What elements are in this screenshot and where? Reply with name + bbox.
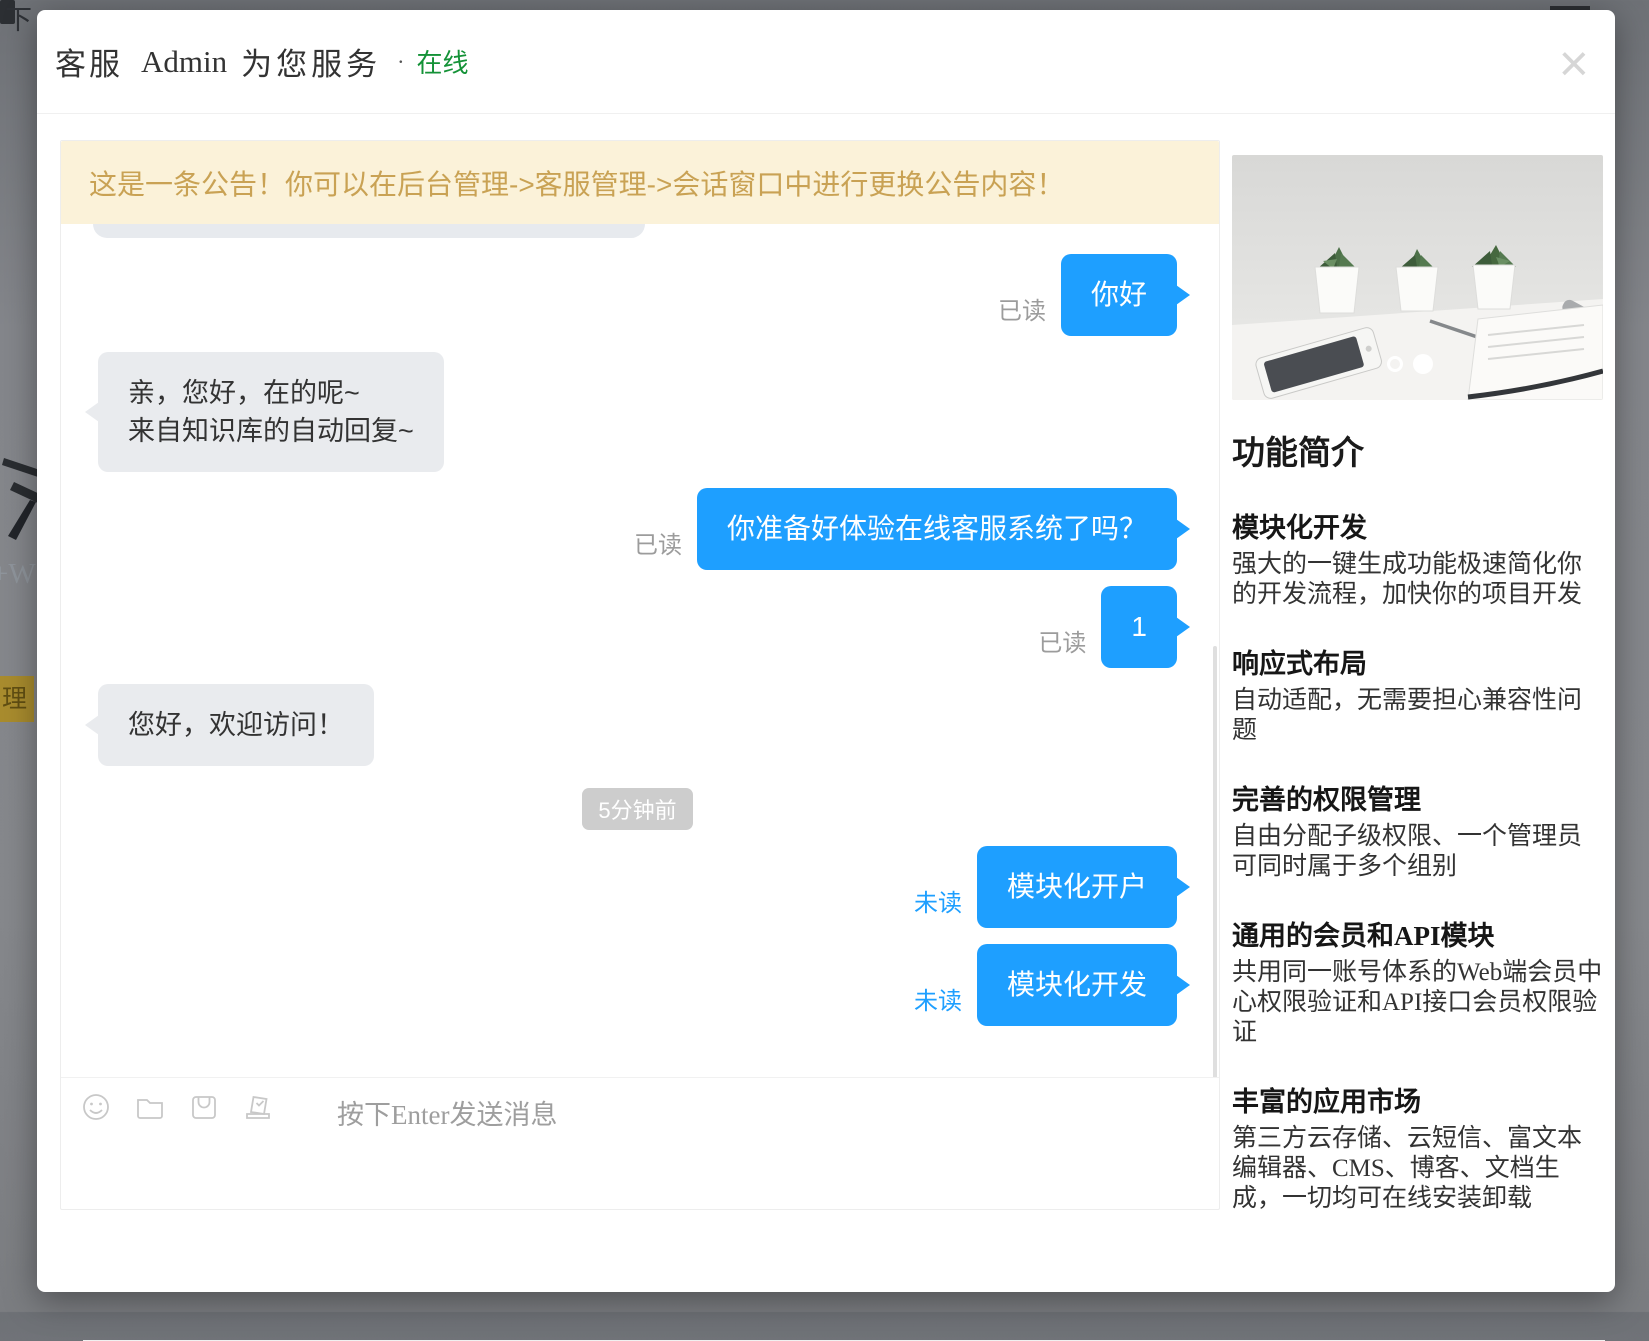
- message-row: 已读 1: [98, 586, 1177, 668]
- carousel: [1232, 155, 1603, 400]
- notebook: [1468, 305, 1603, 400]
- feature-desc: 自动适配，无需要担心兼容性问题: [1232, 686, 1603, 746]
- background-text-fragment: 下: [5, 0, 32, 37]
- feature-title: 丰富的应用市场: [1232, 1080, 1603, 1119]
- carousel-dots: [1387, 354, 1443, 374]
- feature-item: 完善的权限管理 自由分配子级权限、一个管理员可同时属于多个组别: [1232, 778, 1603, 882]
- sidebar-heading: 功能简介: [1232, 426, 1603, 474]
- outgoing-bubble: 你准备好体验在线客服系统了吗？: [697, 488, 1177, 570]
- message-input[interactable]: 按下Enter发送消息: [337, 1093, 557, 1132]
- feature-desc: 第三方云存储、云短信、富文本编辑器、CMS、博客、文档生成，一切均可在线安装卸载: [1232, 1124, 1603, 1214]
- outgoing-bubble: 模块化开发: [977, 944, 1177, 1026]
- incoming-bubble: 您好，欢迎访问！: [98, 684, 374, 766]
- read-status: 已读: [634, 525, 682, 560]
- close-icon[interactable]: ×: [1559, 38, 1589, 90]
- feature-item: 通用的会员和API模块 共用同一账号体系的Web端会员中心权限验证和API接口会…: [1232, 914, 1603, 1048]
- feature-desc: 共用同一账号体系的Web端会员中心权限验证和API接口会员权限验证: [1232, 958, 1603, 1048]
- feature-desc: 强大的一键生成功能极速简化你的开发流程，加快你的项目开发: [1232, 550, 1603, 610]
- outgoing-bubble: 你好: [1061, 254, 1177, 336]
- carousel-dot[interactable]: [1387, 356, 1403, 372]
- message-row: 未读 模块化开户: [98, 846, 1177, 928]
- message-list[interactable]: 已读 你好 亲，您好，在的呢~ 来自知识库的自动回复~ 已读 你准备好体验在线客…: [61, 224, 1219, 1077]
- background-text-fragment: +W: [0, 558, 36, 591]
- chat-scrollbar-thumb[interactable]: [1213, 646, 1217, 1077]
- bag-icon[interactable]: [189, 1092, 219, 1122]
- folder-icon[interactable]: [135, 1092, 165, 1122]
- feature-desc: 自由分配子级权限、一个管理员可同时属于多个组别: [1232, 822, 1603, 882]
- time-divider-row: 5分钟前: [98, 788, 1177, 830]
- service-label: 客服: [55, 39, 123, 84]
- outgoing-bubble: 模块化开户: [977, 846, 1177, 928]
- message-row: 亲，您好，在的呢~ 来自知识库的自动回复~: [98, 352, 1177, 472]
- carousel-dot-active[interactable]: [1413, 354, 1433, 374]
- unread-status: 未读: [914, 883, 962, 918]
- message-row: 已读 你准备好体验在线客服系统了吗？: [98, 488, 1177, 570]
- incoming-bubble: 亲，您好，在的呢~ 来自知识库的自动回复~: [98, 352, 444, 472]
- message-row: 您好，欢迎访问！: [98, 684, 1177, 766]
- message-composer[interactable]: 按下Enter发送消息: [61, 1077, 1219, 1209]
- agent-name: Admin: [141, 44, 227, 80]
- feature-item: 响应式布局 自动适配，无需要担心兼容性问题: [1232, 642, 1603, 746]
- chat-panel: 这是一条公告！你可以在后台管理->客服管理->会话窗口中进行更换公告内容！ 已读…: [60, 140, 1220, 1210]
- announcement-bar: 这是一条公告！你可以在后台管理->客服管理->会话窗口中进行更换公告内容！: [61, 141, 1219, 224]
- separator-dot: ·: [397, 49, 404, 75]
- unread-status: 未读: [914, 981, 962, 1016]
- dialog-header: 客服 Admin 为您服务 · 在线: [37, 10, 1615, 114]
- timestamp-badge: 5分钟前: [582, 788, 692, 830]
- info-sidebar: 功能简介 模块化开发 强大的一键生成功能极速简化你的开发流程，加快你的项目开发 …: [1232, 155, 1603, 1214]
- scrolled-message-fragment: [93, 224, 645, 238]
- background-gold-button-fragment: 理: [0, 676, 34, 722]
- dialog-body: 这是一条公告！你可以在后台管理->客服管理->会话窗口中进行更换公告内容！ 已读…: [60, 140, 1615, 1292]
- message-row: 未读 模块化开发: [98, 944, 1177, 1026]
- feature-item: 模块化开发 强大的一键生成功能极速简化你的开发流程，加快你的项目开发: [1232, 506, 1603, 610]
- emoji-icon[interactable]: [81, 1092, 111, 1122]
- read-status: 已读: [1038, 623, 1086, 658]
- customer-service-dialog: 客服 Admin 为您服务 · 在线 × 这是一条公告！你可以在后台管理->客服…: [37, 10, 1615, 1292]
- read-status: 已读: [998, 291, 1046, 326]
- feature-title: 完善的权限管理: [1232, 778, 1603, 817]
- message-row: 已读 你好: [98, 254, 1177, 336]
- announcement-text: 这是一条公告！你可以在后台管理->客服管理->会话窗口中进行更换公告内容！: [89, 163, 1064, 203]
- feature-title: 响应式布局: [1232, 642, 1603, 681]
- feature-title: 模块化开发: [1232, 506, 1603, 545]
- outgoing-bubble: 1: [1101, 586, 1177, 668]
- service-suffix: 为您服务: [241, 39, 381, 84]
- feature-item: 丰富的应用市场 第三方云存储、云短信、富文本编辑器、CMS、博客、文档生成，一切…: [1232, 1080, 1603, 1214]
- rate-icon[interactable]: [243, 1092, 273, 1122]
- online-status-badge: 在线: [416, 43, 468, 80]
- feature-title: 通用的会员和API模块: [1232, 914, 1603, 953]
